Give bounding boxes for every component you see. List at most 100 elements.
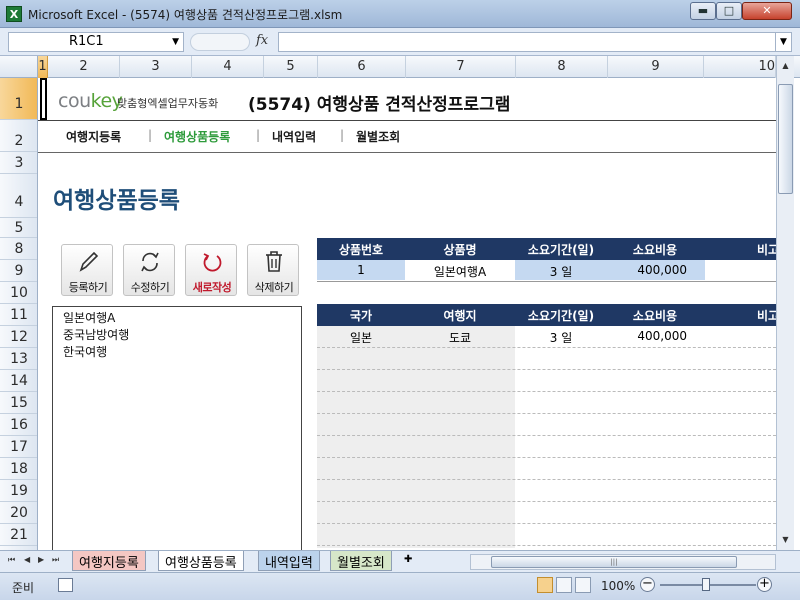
table-row[interactable] <box>317 436 776 458</box>
row-header[interactable]: 3 <box>0 152 37 174</box>
delete-button[interactable]: 삭제하기 <box>247 244 299 296</box>
page-break-view-icon[interactable] <box>575 577 591 593</box>
list-item[interactable]: 중국남방여행 <box>63 326 129 343</box>
new-button[interactable]: 새로작성 <box>185 244 237 296</box>
table-row[interactable] <box>317 480 776 502</box>
nav-item-product-register[interactable]: 여행상품등록 <box>164 128 230 145</box>
nav-item-entry[interactable]: 내역입력 <box>272 128 316 145</box>
sheet-tab-entry[interactable]: 내역입력 <box>258 551 320 571</box>
row-header[interactable]: 17 <box>0 436 37 458</box>
row-header[interactable]: 13 <box>0 348 37 370</box>
cell-cost[interactable]: 400,000 <box>607 329 687 343</box>
close-button[interactable]: ✕ <box>742 2 792 20</box>
worksheet[interactable]: coukey 맞춤형엑셀업무자동화 (5574) 여행상품 견적산정프로그램 여… <box>38 78 776 550</box>
active-cell-cursor[interactable] <box>40 78 47 120</box>
last-sheet-icon[interactable]: ⏭ <box>52 555 59 565</box>
row-header[interactable]: 4 <box>0 174 37 218</box>
table-row[interactable] <box>317 348 776 370</box>
cell-cost[interactable]: 400,000 <box>607 263 687 277</box>
row-header[interactable]: 1 <box>0 78 37 120</box>
cell-duration[interactable]: 3 일 <box>515 263 607 280</box>
table-row[interactable]: 1 일본여행A 3 일 400,000 <box>317 260 776 282</box>
table-row[interactable] <box>317 414 776 436</box>
normal-view-icon[interactable] <box>537 577 553 593</box>
column-header[interactable]: 9 <box>608 56 704 78</box>
column-header[interactable]: 10 <box>704 56 776 78</box>
zoom-out-icon[interactable]: − <box>640 577 655 592</box>
maximize-button[interactable]: □ <box>716 2 742 20</box>
horizontal-scrollbar[interactable]: ||| <box>470 554 776 570</box>
cell-product-no[interactable]: 1 <box>317 263 405 277</box>
table-row[interactable] <box>317 524 776 546</box>
zoom-slider-thumb[interactable] <box>702 578 710 591</box>
minimize-button[interactable]: ▬ <box>690 2 716 20</box>
table-row[interactable] <box>317 458 776 480</box>
list-item[interactable]: 일본여행A <box>63 309 115 326</box>
next-sheet-icon[interactable]: ▶ <box>38 555 44 564</box>
sheet-tab-monthly[interactable]: 월별조회 <box>330 551 392 571</box>
nav-item-travel-register[interactable]: 여행지등록 <box>66 128 121 145</box>
cell-duration[interactable]: 3 일 <box>515 329 607 346</box>
column-header[interactable]: 5 <box>264 56 318 78</box>
header-product-no: 상품번호 <box>338 243 384 257</box>
column-header[interactable]: 7 <box>406 56 516 78</box>
refresh-icon <box>141 252 159 272</box>
row-header[interactable]: 12 <box>0 326 37 348</box>
prev-sheet-icon[interactable]: ◀ <box>24 555 30 564</box>
vertical-scrollbar[interactable]: ▲ ▼ <box>776 56 794 550</box>
column-header[interactable]: 4 <box>192 56 264 78</box>
row-header[interactable]: 20 <box>0 502 37 524</box>
row-header[interactable]: 11 <box>0 304 37 326</box>
row-header[interactable]: 8 <box>0 238 37 260</box>
row-header[interactable]: 5 <box>0 218 37 238</box>
modify-button[interactable]: 수정하기 <box>123 244 175 296</box>
zoom-in-icon[interactable]: + <box>757 577 772 592</box>
insert-function-icon[interactable]: fx <box>256 33 268 48</box>
page-layout-view-icon[interactable] <box>556 577 572 593</box>
row-header[interactable]: 2 <box>0 120 37 152</box>
cell-product-name[interactable]: 일본여행A <box>405 263 515 280</box>
chevron-down-icon[interactable]: ▼ <box>172 33 179 51</box>
macro-record-icon[interactable] <box>58 578 73 592</box>
row-header[interactable]: 14 <box>0 370 37 392</box>
modify-label: 수정하기 <box>130 281 170 294</box>
title-bar: X Microsoft Excel - (5574) 여행상품 견적산정프로그램… <box>0 0 800 28</box>
nav-item-monthly[interactable]: 월별조회 <box>356 128 400 145</box>
zoom-level[interactable]: 100% <box>601 579 635 593</box>
formula-input[interactable] <box>278 32 776 52</box>
row-header[interactable]: 9 <box>0 260 37 282</box>
row-header[interactable]: 21 <box>0 524 37 546</box>
column-header[interactable]: 1 <box>38 56 48 78</box>
row-header[interactable]: 15 <box>0 392 37 414</box>
row-header[interactable]: 16 <box>0 414 37 436</box>
table-row[interactable] <box>317 502 776 524</box>
list-item[interactable]: 한국여행 <box>63 343 107 360</box>
product-listbox[interactable]: 일본여행A 중국남방여행 한국여행 <box>52 306 302 550</box>
sheet-tab-travel-register[interactable]: 여행지등록 <box>72 551 146 571</box>
header-duration: 소요기간(일) <box>527 309 595 323</box>
table-row[interactable]: 일본 도쿄 3 일 400,000 <box>317 326 776 348</box>
cell-country[interactable]: 일본 <box>317 329 405 346</box>
table-row[interactable] <box>317 392 776 414</box>
expand-formula-bar-icon[interactable]: ▼ <box>776 32 792 52</box>
scroll-up-icon[interactable]: ▲ <box>777 58 794 74</box>
nav-separator: | <box>340 128 345 142</box>
cell-destination[interactable]: 도쿄 <box>405 329 515 346</box>
first-sheet-icon[interactable]: ⏮ <box>8 555 15 565</box>
table-row[interactable] <box>317 370 776 392</box>
column-header[interactable]: 6 <box>318 56 406 78</box>
insert-sheet-icon[interactable]: ✚ <box>404 554 426 569</box>
row-header[interactable]: 18 <box>0 458 37 480</box>
row-header[interactable]: 10 <box>0 282 37 304</box>
column-header[interactable]: 3 <box>120 56 192 78</box>
row-header[interactable]: 19 <box>0 480 37 502</box>
column-header[interactable]: 2 <box>48 56 120 78</box>
register-button[interactable]: 등록하기 <box>61 244 113 296</box>
column-header[interactable]: 8 <box>516 56 608 78</box>
sheet-tab-product-register[interactable]: 여행상품등록 <box>158 551 244 571</box>
vertical-scroll-thumb[interactable] <box>778 84 793 194</box>
name-box[interactable]: R1C1 ▼ <box>8 32 184 52</box>
scroll-down-icon[interactable]: ▼ <box>777 532 794 548</box>
horizontal-scroll-thumb[interactable]: ||| <box>491 556 737 568</box>
select-all-corner[interactable] <box>0 56 38 78</box>
